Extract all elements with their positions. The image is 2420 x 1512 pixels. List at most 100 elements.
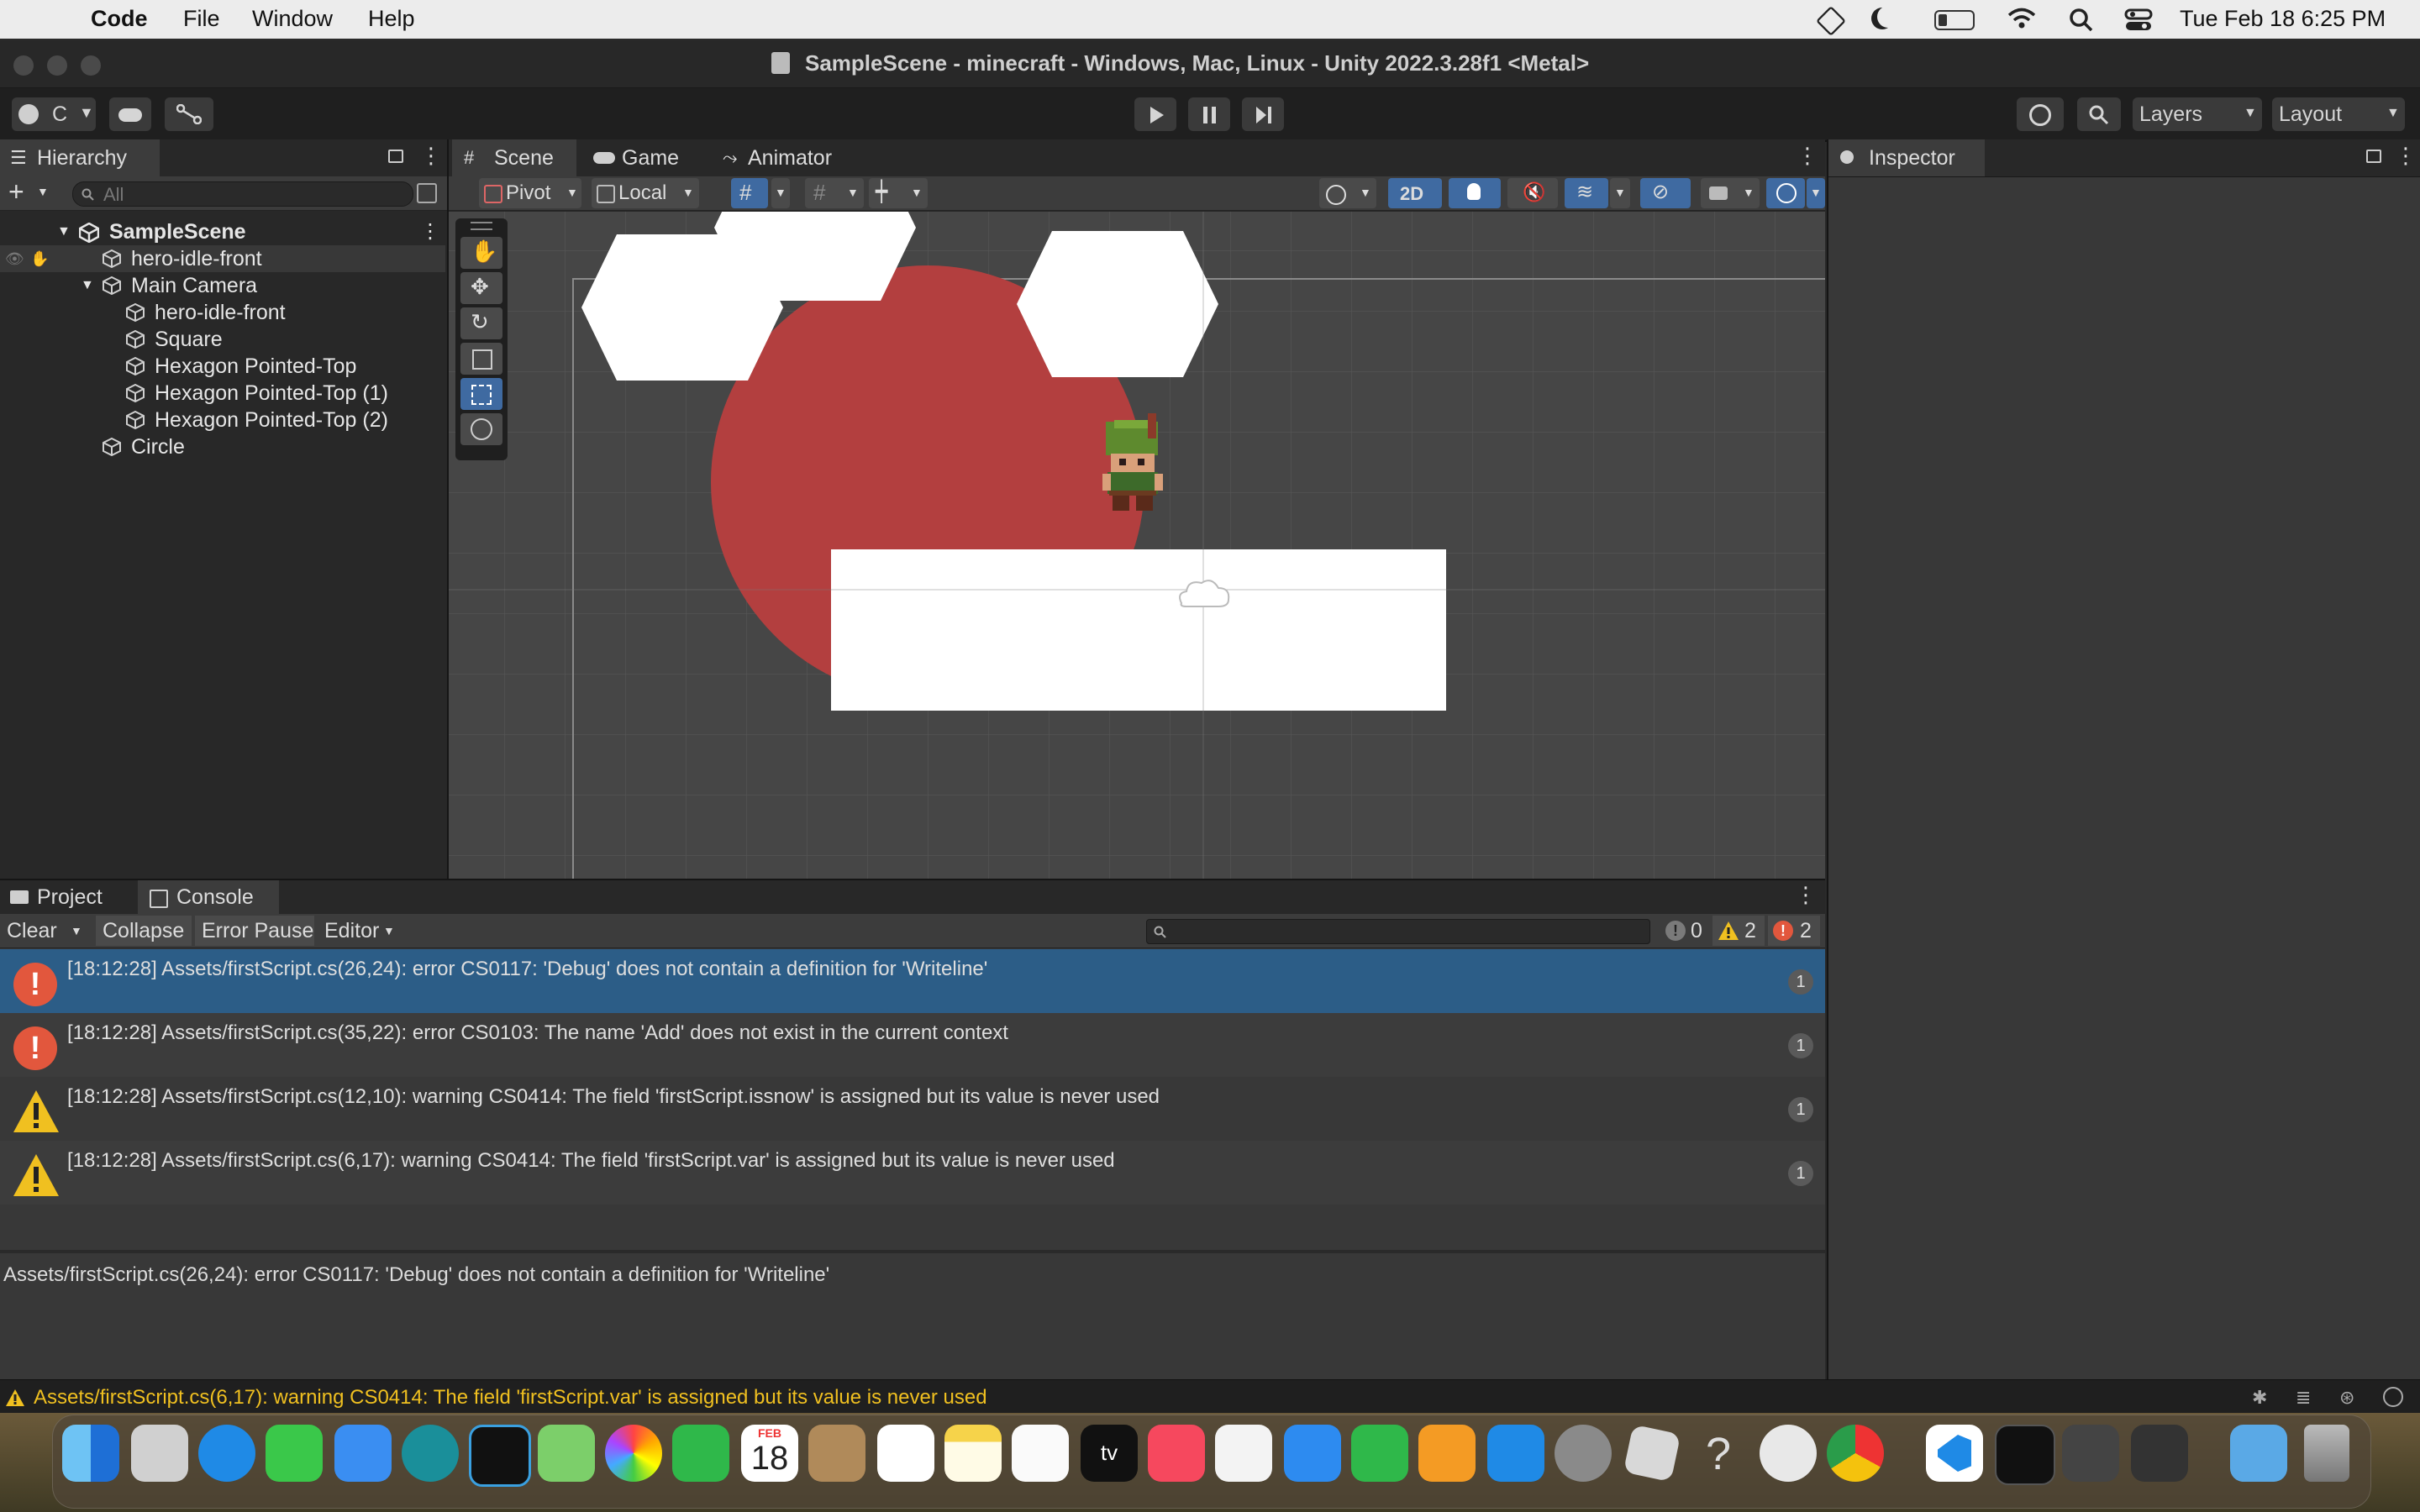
more-options-icon[interactable]: ⋮ — [2395, 143, 2417, 169]
mail-icon[interactable] — [334, 1425, 392, 1482]
more-options-icon[interactable]: ⋮ — [1795, 882, 1817, 908]
gizmos-dropdown[interactable]: ▼ — [1807, 178, 1825, 208]
terminal-icon[interactable] — [1995, 1425, 2055, 1485]
warning-filter-toggle[interactable]: 2 — [1712, 916, 1765, 946]
effects-dropdown[interactable]: ▼ — [1610, 178, 1630, 208]
more-options-icon[interactable]: ⋮ — [1797, 143, 1818, 169]
pivot-dropdown[interactable]: Pivot ▼ — [479, 178, 581, 208]
grid-visibility-button[interactable]: # ▼ — [805, 178, 864, 208]
pause-button[interactable] — [1188, 97, 1230, 131]
console-row[interactable]: [18:12:28] Assets/firstScript.cs(12,10):… — [0, 1077, 1825, 1141]
cache-server-icon[interactable]: ⊛ — [2339, 1387, 2354, 1409]
tab-console[interactable]: Console — [138, 880, 279, 914]
debug-icon[interactable]: ✱ — [2252, 1387, 2267, 1409]
clear-button[interactable]: Clear — [7, 919, 57, 943]
help-icon[interactable]: ? — [1691, 1425, 1748, 1482]
grid-snap-dropdown[interactable]: ▼ — [771, 178, 790, 208]
undo-history-button[interactable] — [2017, 97, 2064, 131]
roblox-icon[interactable] — [1623, 1424, 1681, 1483]
hierarchy-item-hero-idle-front-child[interactable]: hero-idle-front — [0, 299, 445, 326]
scene-viewport[interactable]: ✋ ✥ ↻ — [449, 212, 1825, 879]
toggle-2d-button[interactable]: 2D — [1388, 178, 1442, 208]
error-filter-toggle[interactable]: ! 2 — [1768, 916, 1820, 946]
freeform-icon[interactable] — [1012, 1425, 1069, 1482]
app-menu[interactable]: Code — [91, 6, 148, 32]
apple-tv-icon[interactable]: tv — [1081, 1425, 1138, 1482]
scene-visibility-icon[interactable] — [417, 183, 437, 203]
safari-icon[interactable] — [198, 1425, 255, 1482]
error-pause-button[interactable]: Error Pause — [195, 916, 314, 946]
downloads-folder-icon[interactable] — [2230, 1425, 2287, 1482]
app-store-icon[interactable] — [1487, 1425, 1544, 1482]
console-row[interactable]: ! [18:12:28] Assets/firstScript.cs(35,22… — [0, 1013, 1825, 1077]
scale-tool-button[interactable] — [460, 343, 502, 375]
messages-icon[interactable] — [266, 1425, 323, 1482]
hierarchy-item-hexagon-1[interactable]: Hexagon Pointed-Top (1) — [0, 380, 445, 407]
account-dropdown[interactable]: C ▼ — [12, 97, 96, 131]
hierarchy-search-input[interactable]: All — [72, 181, 413, 207]
lock-icon[interactable] — [2366, 150, 2381, 163]
spotlight-search-icon[interactable] — [2069, 8, 2094, 33]
version-control-button[interactable] — [165, 97, 213, 131]
add-icon[interactable]: + — [8, 176, 24, 207]
hierarchy-item-hero-idle-front[interactable]: 👁 ✋ hero-idle-front — [0, 245, 445, 272]
increment-snap-button[interactable]: ┿ ▼ — [869, 178, 928, 208]
tab-project[interactable]: Project — [0, 880, 134, 914]
tab-game[interactable]: Game — [583, 139, 701, 176]
menu-file[interactable]: File — [183, 6, 220, 32]
maps-icon[interactable] — [538, 1425, 595, 1482]
photos-icon[interactable] — [605, 1425, 662, 1482]
control-center-icon[interactable] — [2124, 8, 2153, 33]
effects-button[interactable]: ≋ — [1565, 178, 1608, 208]
visibility-eye-icon[interactable]: 👁 — [5, 245, 24, 272]
scene-row[interactable]: ▼ SampleScene ⋮ — [0, 218, 445, 245]
chrome-icon[interactable] — [1827, 1425, 1884, 1482]
close-window-button[interactable] — [13, 55, 34, 76]
menu-clock[interactable]: Tue Feb 18 6:25 PM — [2180, 6, 2386, 32]
arduino-icon[interactable] — [402, 1425, 459, 1482]
cloud-button[interactable] — [109, 97, 151, 131]
hierarchy-item-circle[interactable]: Circle — [0, 433, 445, 460]
vscode-icon[interactable] — [1926, 1425, 1983, 1482]
chevron-down-icon[interactable]: ▼ — [71, 924, 82, 937]
console-search-input[interactable] — [1146, 919, 1650, 944]
hierarchy-item-hexagon[interactable]: Hexagon Pointed-Top — [0, 353, 445, 380]
pickable-hand-icon[interactable]: ✋ — [30, 245, 49, 272]
hierarchy-item-square[interactable]: Square — [0, 326, 445, 353]
unity-hub-icon[interactable] — [469, 1425, 531, 1487]
keynote-icon[interactable] — [1284, 1425, 1341, 1482]
step-button[interactable] — [1242, 97, 1284, 131]
system-settings-icon[interactable] — [1555, 1425, 1612, 1482]
hierarchy-item-main-camera[interactable]: ▼ Main Camera — [0, 272, 445, 299]
layers-dropdown[interactable]: Layers ▼ — [2133, 97, 2262, 131]
more-options-icon[interactable]: ⋮ — [420, 218, 440, 245]
expand-arrow-icon[interactable]: ▼ — [81, 272, 94, 299]
search-button[interactable] — [2077, 97, 2121, 131]
tab-animator[interactable]: ⤳ Animator — [714, 139, 857, 176]
drag-handle-icon[interactable] — [471, 222, 492, 230]
wifi-icon[interactable] — [2007, 7, 2037, 30]
tab-hierarchy[interactable]: ☰ Hierarchy — [0, 139, 160, 176]
calendar-icon[interactable]: FEB 18 — [741, 1425, 798, 1482]
tab-inspector[interactable]: Inspector — [1828, 139, 1985, 176]
pages-icon[interactable] — [1418, 1425, 1476, 1482]
layout-dropdown[interactable]: Layout ▼ — [2272, 97, 2405, 131]
info-filter-toggle[interactable]: ! 0 — [1660, 916, 1707, 946]
trash-icon[interactable] — [2304, 1425, 2349, 1482]
menu-window[interactable]: Window — [252, 6, 333, 32]
chevron-down-icon[interactable]: ▼ — [37, 185, 49, 198]
console-row[interactable]: [18:12:28] Assets/firstScript.cs(6,17): … — [0, 1141, 1825, 1205]
news-icon[interactable] — [1215, 1425, 1272, 1482]
camera-dropdown[interactable]: ▼ — [1701, 178, 1760, 208]
grid-snap-button[interactable]: # — [731, 178, 768, 208]
finder-icon[interactable] — [62, 1425, 119, 1482]
minimize-window-button[interactable] — [47, 55, 67, 76]
collapse-button[interactable]: Collapse — [96, 916, 192, 946]
lock-icon[interactable] — [388, 150, 403, 163]
local-dropdown[interactable]: Local ▼ — [592, 178, 699, 208]
status-message[interactable]: Assets/firstScript.cs(6,17): warning CS0… — [34, 1386, 987, 1410]
rotate-tool-button[interactable]: ↻ — [460, 307, 502, 339]
menu-help[interactable]: Help — [368, 6, 415, 32]
unity-status-icon[interactable] — [1815, 5, 1847, 37]
console-row[interactable]: ! [18:12:28] Assets/firstScript.cs(26,24… — [0, 949, 1825, 1013]
